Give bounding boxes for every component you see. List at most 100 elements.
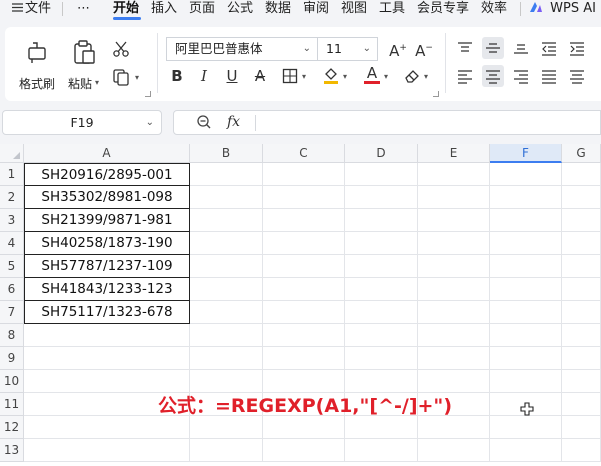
formula-input[interactable]: fx — [173, 110, 601, 135]
cell-f8[interactable] — [490, 324, 562, 347]
cell-g10[interactable] — [562, 370, 601, 393]
column-header-b[interactable]: B — [190, 144, 263, 163]
zoom-icon[interactable] — [196, 114, 212, 130]
decrease-indent-button[interactable] — [538, 37, 560, 59]
cell-a9[interactable] — [24, 347, 190, 370]
format-painter-button[interactable]: 格式刷 — [15, 34, 59, 94]
cell-c1[interactable] — [263, 163, 345, 186]
cell-b8[interactable] — [190, 324, 263, 347]
menu-data[interactable]: 数据 — [265, 0, 291, 21]
cell-a1[interactable]: SH20916/2895-001 — [24, 163, 190, 186]
align-middle-button[interactable] — [482, 37, 504, 59]
menu-formula[interactable]: 公式 — [227, 0, 253, 21]
increase-font-button[interactable]: A+ — [387, 37, 409, 60]
cell-d6[interactable] — [345, 278, 418, 301]
menu-insert[interactable]: 插入 — [151, 0, 177, 21]
cell-d9[interactable] — [345, 347, 418, 370]
row-header-1[interactable]: 1 — [0, 163, 24, 186]
cell-b2[interactable] — [190, 186, 263, 209]
cell-g4[interactable] — [562, 232, 601, 255]
cell-f5[interactable] — [490, 255, 562, 278]
cell-d10[interactable] — [345, 370, 418, 393]
hamburger-menu[interactable] — [12, 0, 23, 21]
decrease-font-button[interactable]: A− — [413, 37, 435, 60]
menu-file[interactable]: 文件 — [25, 0, 51, 21]
cell-b7[interactable] — [190, 301, 263, 324]
clipboard-dialog-launcher[interactable] — [145, 91, 151, 97]
column-header-f[interactable]: F — [490, 144, 562, 163]
cell-g3[interactable] — [562, 209, 601, 232]
cell-g9[interactable] — [562, 347, 601, 370]
align-right-button[interactable] — [510, 65, 532, 87]
cell-f13[interactable] — [490, 439, 562, 462]
column-header-e[interactable]: E — [418, 144, 490, 163]
clear-format-button[interactable] — [401, 65, 423, 87]
cell-g2[interactable] — [562, 186, 601, 209]
cell-g12[interactable] — [562, 416, 601, 439]
cell-d2[interactable] — [345, 186, 418, 209]
cell-b9[interactable] — [190, 347, 263, 370]
cell-g6[interactable] — [562, 278, 601, 301]
cell-b3[interactable] — [190, 209, 263, 232]
cell-c13[interactable] — [263, 439, 345, 462]
cell-f6[interactable] — [490, 278, 562, 301]
cell-g13[interactable] — [562, 439, 601, 462]
cell-b13[interactable] — [190, 439, 263, 462]
cell-c4[interactable] — [263, 232, 345, 255]
menu-tools[interactable]: 工具 — [379, 0, 405, 21]
cell-b12[interactable] — [190, 416, 263, 439]
cell-a4[interactable]: SH40258/1873-190 — [24, 232, 190, 255]
row-header-3[interactable]: 3 — [0, 209, 24, 232]
cut-button[interactable] — [110, 38, 132, 60]
cell-d1[interactable] — [345, 163, 418, 186]
cell-a8[interactable] — [24, 324, 190, 347]
paste-button[interactable]: 粘贴 ▾ — [62, 34, 106, 94]
cell-a13[interactable] — [24, 439, 190, 462]
cell-f2[interactable] — [490, 186, 562, 209]
cell-g5[interactable] — [562, 255, 601, 278]
cell-e10[interactable] — [418, 370, 490, 393]
cell-b4[interactable] — [190, 232, 263, 255]
row-header-2[interactable]: 2 — [0, 186, 24, 209]
menu-member[interactable]: 会员专享 — [417, 0, 469, 21]
row-header-4[interactable]: 4 — [0, 232, 24, 255]
cell-d4[interactable] — [345, 232, 418, 255]
cell-c12[interactable] — [263, 416, 345, 439]
cell-d12[interactable] — [345, 416, 418, 439]
font-color-button[interactable]: A — [361, 64, 383, 87]
menu-view[interactable]: 视图 — [341, 0, 367, 21]
row-header-11[interactable]: 11 — [0, 393, 24, 416]
align-top-button[interactable] — [454, 37, 476, 59]
cell-a5[interactable]: SH57787/1237-109 — [24, 255, 190, 278]
row-header-6[interactable]: 6 — [0, 278, 24, 301]
cell-f7[interactable] — [490, 301, 562, 324]
cell-e1[interactable] — [418, 163, 490, 186]
increase-indent-button[interactable] — [566, 37, 588, 59]
cell-e5[interactable] — [418, 255, 490, 278]
cell-d5[interactable] — [345, 255, 418, 278]
menu-efficiency[interactable]: 效率 — [481, 0, 507, 21]
cell-e6[interactable] — [418, 278, 490, 301]
fill-color-button[interactable] — [320, 65, 342, 87]
font-dialog-launcher[interactable] — [433, 91, 439, 97]
strikethrough-button[interactable]: A — [249, 65, 271, 87]
row-header-9[interactable]: 9 — [0, 347, 24, 370]
align-left-button[interactable] — [454, 65, 476, 87]
row-header-5[interactable]: 5 — [0, 255, 24, 278]
cell-g7[interactable] — [562, 301, 601, 324]
italic-button[interactable]: I — [193, 65, 215, 87]
distributed-align-button[interactable] — [566, 65, 588, 87]
cell-c8[interactable] — [263, 324, 345, 347]
cell-e3[interactable] — [418, 209, 490, 232]
cell-a10[interactable] — [24, 370, 190, 393]
cell-b1[interactable] — [190, 163, 263, 186]
font-size-select[interactable]: 11 ⌄ — [317, 37, 378, 61]
cell-e2[interactable] — [418, 186, 490, 209]
cell-e4[interactable] — [418, 232, 490, 255]
column-header-a[interactable]: A — [24, 144, 190, 163]
row-header-7[interactable]: 7 — [0, 301, 24, 324]
cell-e9[interactable] — [418, 347, 490, 370]
cell-f1[interactable] — [490, 163, 562, 186]
select-all-corner[interactable] — [0, 144, 24, 163]
cell-g1[interactable] — [562, 163, 601, 186]
